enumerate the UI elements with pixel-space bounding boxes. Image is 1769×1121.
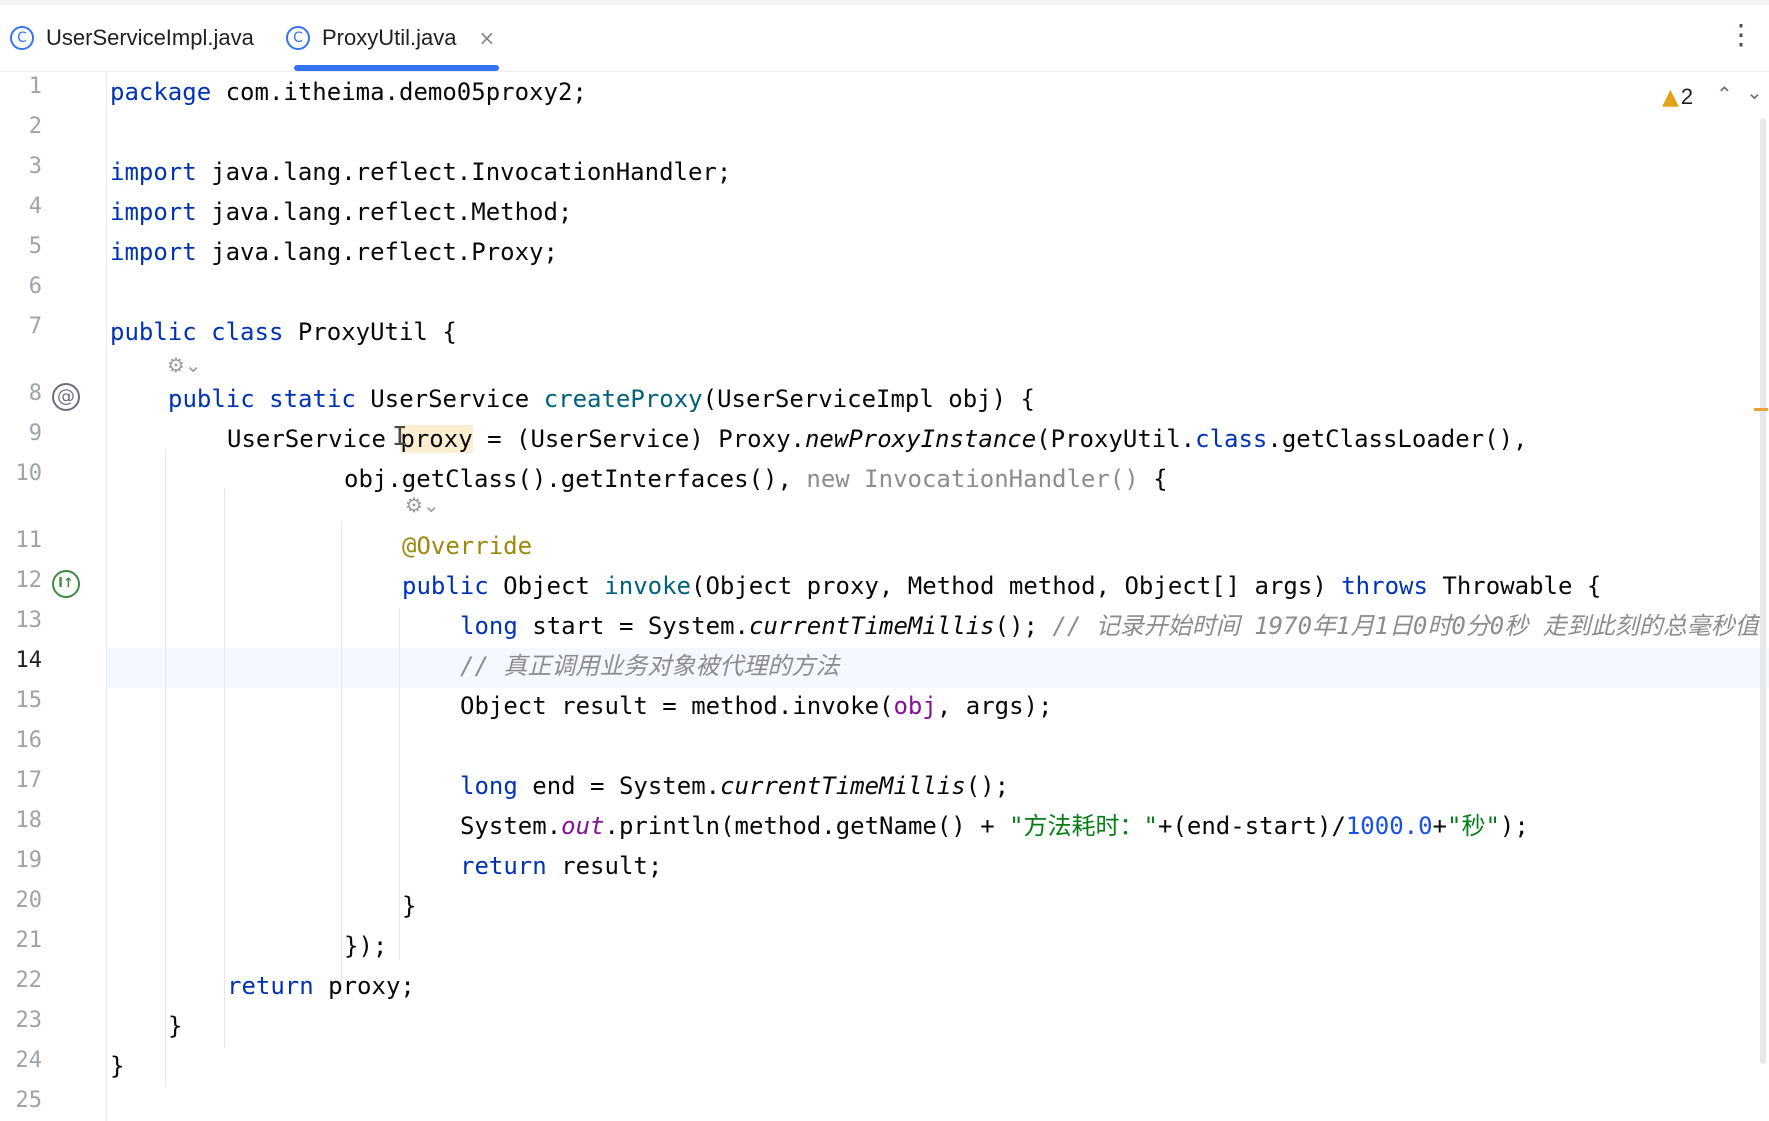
indent-guide <box>165 449 166 1087</box>
code-line: public static UserService createProxy(Us… <box>168 385 1035 413</box>
tab-userserviceimpl[interactable]: C UserServiceImpl.java <box>10 5 254 71</box>
code-editor[interactable]: package com.itheima.demo05proxy2; import… <box>107 72 1769 1121</box>
warning-icon: ▲ <box>1662 84 1679 110</box>
code-line: import java.lang.reflect.Method; <box>110 198 573 226</box>
line-number: 24 <box>15 1048 43 1073</box>
line-number: 23 <box>15 1008 43 1033</box>
line-number: 13 <box>15 608 43 633</box>
close-icon[interactable]: × <box>478 26 495 50</box>
code-line: return result; <box>460 852 663 880</box>
line-number: 12 <box>15 568 43 593</box>
line-number: 25 <box>15 1088 43 1113</box>
code-line: long end = System.currentTimeMillis(); <box>460 772 1010 800</box>
indent-guide <box>341 522 342 1000</box>
line-number: 9 <box>28 421 42 446</box>
tab-proxyutil[interactable]: C ProxyUtil.java × <box>286 5 500 71</box>
line-number: 17 <box>15 768 43 793</box>
code-line: UserService proxy = (UserService) Proxy.… <box>227 425 1528 453</box>
class-icon: C <box>10 26 34 50</box>
tab-label: ProxyUtil.java <box>322 25 457 50</box>
code-line: } <box>402 892 417 920</box>
at-icon[interactable]: @ <box>52 383 80 411</box>
line-number: 1 <box>28 74 42 99</box>
code-line: } <box>110 1052 125 1080</box>
code-line: import java.lang.reflect.InvocationHandl… <box>110 158 732 186</box>
line-number: 7 <box>28 314 42 339</box>
line-number: 15 <box>15 688 43 713</box>
line-number: 8 <box>28 381 42 406</box>
line-number: 10 <box>15 461 43 486</box>
warning-count: 2 <box>1680 84 1694 109</box>
indent-guide <box>399 608 400 960</box>
line-number: 18 <box>15 808 43 833</box>
code-line: Object result = method.invoke(obj, args)… <box>460 692 1053 720</box>
indent-guide <box>224 489 225 1047</box>
code-line: } <box>168 1012 183 1040</box>
code-line: public class ProxyUtil { <box>110 318 457 346</box>
line-number: 19 <box>15 848 43 873</box>
line-number: 16 <box>15 728 43 753</box>
implements-method-icon[interactable]: I↑ <box>52 570 80 598</box>
code-line: import java.lang.reflect.Proxy; <box>110 238 558 266</box>
line-number: 11 <box>15 528 43 553</box>
line-number: 22 <box>15 968 43 993</box>
code-line: @Override <box>402 532 533 560</box>
code-vision-inlay-icon[interactable]: ⚙⌄ <box>405 493 440 517</box>
vertical-scrollbar[interactable] <box>1760 118 1766 1064</box>
text-cursor-icon: I <box>392 422 408 452</box>
line-number: 20 <box>15 888 43 913</box>
code-line: long start = System.currentTimeMillis();… <box>460 612 1759 640</box>
code-line: }); <box>344 932 388 960</box>
code-line: package com.itheima.demo05proxy2; <box>110 78 587 106</box>
code-line: return proxy; <box>227 972 415 1000</box>
code-line: System.out.println(method.getName() + "方… <box>460 812 1529 840</box>
class-icon: C <box>286 26 310 50</box>
line-number-current: 14 <box>15 648 43 673</box>
editor-tab-bar: C UserServiceImpl.java C ProxyUtil.java … <box>0 5 1769 72</box>
line-number: 4 <box>28 194 42 219</box>
line-number: 21 <box>15 928 43 953</box>
line-number: 6 <box>28 274 42 299</box>
tab-label: UserServiceImpl.java <box>46 25 254 50</box>
current-line-highlight <box>107 648 1769 688</box>
next-highlight-icon[interactable]: ⌄ <box>1746 80 1763 104</box>
error-stripe-marker[interactable] <box>1754 408 1768 411</box>
line-number: 2 <box>28 114 42 139</box>
code-line: // 真正调用业务对象被代理的方法 <box>460 652 840 680</box>
previous-highlight-icon[interactable]: ⌃ <box>1716 82 1733 106</box>
inspection-widget[interactable]: ▲ 2 <box>1662 84 1693 110</box>
code-line: obj.getClass().getInterfaces(), new Invo… <box>344 465 1168 493</box>
line-number: 3 <box>28 154 42 179</box>
code-vision-inlay-icon[interactable]: ⚙⌄ <box>167 353 202 377</box>
line-number-gutter[interactable]: 1 2 3 4 5 6 7 8 9 10 11 12 13 14 15 16 1… <box>0 72 107 1121</box>
more-options-icon[interactable]: ⋮ <box>1727 21 1755 49</box>
code-line: public Object invoke(Object proxy, Metho… <box>402 572 1602 600</box>
line-number: 5 <box>28 234 42 259</box>
